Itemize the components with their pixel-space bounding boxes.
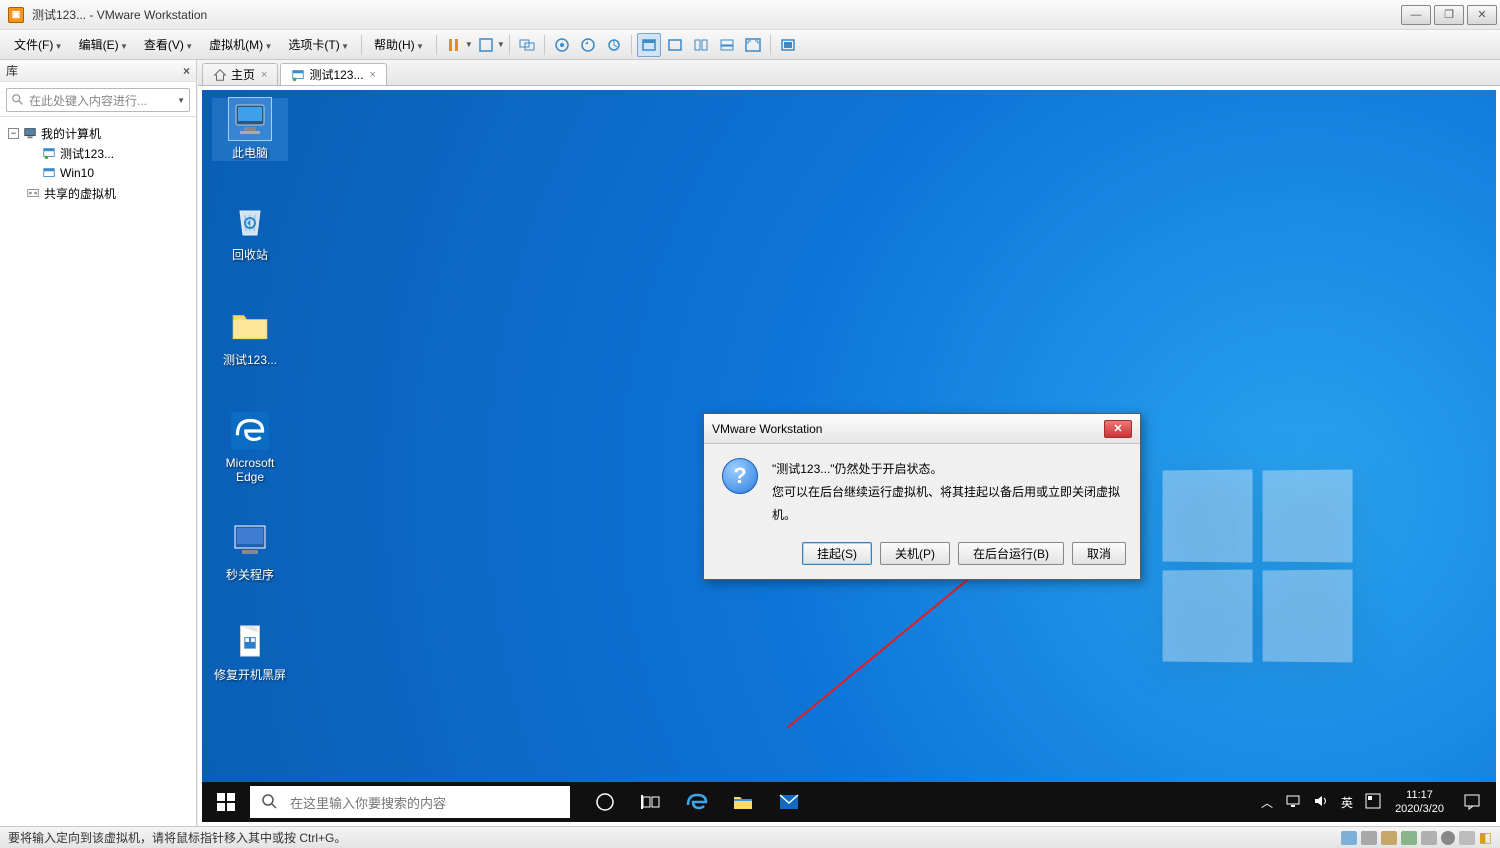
taskbar-search-input[interactable]: 在这里输入你要搜索的内容 (250, 786, 570, 818)
library-tree: − 我的计算机 测试123... Win10 共享的虚拟机 (0, 116, 196, 209)
desktop-icon-recycle-bin[interactable]: 回收站 (212, 200, 288, 263)
dialog-suspend-button[interactable]: 挂起(S) (802, 542, 872, 565)
status-network-icon[interactable] (1401, 831, 1417, 845)
taskbar-explorer-button[interactable] (720, 782, 766, 822)
dialog-poweroff-button[interactable]: 关机(P) (880, 542, 950, 565)
vmware-close-dialog: VMware Workstation ✕ ? "测试123..."仍然处于开启状… (703, 413, 1141, 580)
status-printer-icon[interactable] (1459, 831, 1475, 845)
desktop-icon-folder[interactable]: 测试123... (212, 305, 288, 368)
revert-snapshot-button[interactable] (576, 33, 600, 57)
tree-shared-vms[interactable]: 共享的虚拟机 (4, 183, 192, 203)
search-icon (262, 794, 278, 810)
menu-vm[interactable]: 虚拟机(M) ▼ (201, 32, 280, 57)
taskbar-edge-button[interactable] (674, 782, 720, 822)
view-single-button[interactable] (637, 33, 661, 57)
vm-icon (42, 146, 56, 160)
status-floppy-icon[interactable] (1381, 831, 1397, 845)
status-usb-icon[interactable] (1421, 831, 1437, 845)
library-panel: 库 × 在此处键入内容进行... ▼ − 我的计算机 测试123... Win1… (0, 60, 197, 826)
snapshot-manager-button[interactable] (602, 33, 626, 57)
status-message-icon[interactable]: ◧ (1479, 829, 1492, 846)
snapshot-button[interactable] (550, 33, 574, 57)
pause-button[interactable] (442, 33, 466, 57)
vm-running-icon (291, 68, 305, 82)
desktop-icon-this-pc[interactable]: 此电脑 (212, 98, 288, 161)
collapse-icon[interactable]: − (8, 128, 19, 139)
window-titlebar: ▣ 测试123... - VMware Workstation — ❐ ✕ (0, 0, 1500, 30)
menu-tabs[interactable]: 选项卡(T) ▼ (280, 32, 357, 57)
app-icon: ▣ (8, 7, 24, 23)
tree-vm-win10[interactable]: Win10 (4, 163, 192, 183)
dialog-title: VMware Workstation (712, 422, 822, 436)
start-button[interactable] (202, 782, 250, 822)
menubar: 文件(F) ▼ 编辑(E) ▼ 查看(V) ▼ 虚拟机(M) ▼ 选项卡(T) … (0, 30, 1500, 60)
tree-root-my-computer[interactable]: − 我的计算机 (4, 123, 192, 143)
search-icon (11, 93, 25, 107)
desktop-icon-edge[interactable]: Microsoft Edge (212, 410, 288, 484)
tab-bar: 主页 × 测试123... × (198, 60, 1500, 86)
shared-icon (26, 186, 40, 200)
system-tray: ︿ 英 11:17 2020/3/20 (1255, 782, 1496, 822)
dialog-message: "测试123..."仍然处于开启状态。 您可以在后台继续运行虚拟机、将其挂起以备… (772, 458, 1122, 526)
tray-ime-indicator[interactable]: 英 (1335, 794, 1359, 811)
status-disk-icon[interactable] (1341, 831, 1357, 845)
tree-vm-test123[interactable]: 测试123... (4, 143, 192, 163)
power-button[interactable] (474, 33, 498, 57)
view-thumbnail-button[interactable] (689, 33, 713, 57)
windows-logo-wallpaper (1161, 470, 1361, 670)
menu-edit[interactable]: 编辑(E) ▼ (71, 32, 136, 57)
library-title: 库 (6, 62, 18, 79)
tray-clock[interactable]: 11:17 2020/3/20 (1387, 788, 1452, 817)
tray-ime-icon[interactable] (1359, 793, 1387, 812)
tray-chevron-up-icon[interactable]: ︿ (1255, 794, 1279, 811)
status-cd-icon[interactable] (1361, 831, 1377, 845)
tab-home[interactable]: 主页 × (202, 63, 278, 85)
status-device-icons: ◧ (1341, 829, 1492, 846)
maximize-button[interactable]: ❐ (1434, 5, 1464, 25)
view-unity-button[interactable] (715, 33, 739, 57)
library-header: 库 × (0, 60, 196, 82)
question-icon: ? (722, 458, 758, 494)
desktop-icon-tool2[interactable]: 修复开机黑屏 (212, 620, 288, 683)
windows-taskbar: 在这里输入你要搜索的内容 ︿ 英 (202, 782, 1496, 822)
dialog-cancel-button[interactable]: 取消 (1072, 542, 1126, 565)
dialog-titlebar: VMware Workstation ✕ (704, 414, 1140, 444)
dialog-background-button[interactable]: 在后台运行(B) (958, 542, 1064, 565)
vm-icon (42, 166, 56, 180)
desktop-icon-tool1[interactable]: 秒关程序 (212, 520, 288, 583)
taskbar-taskview-button[interactable] (628, 782, 674, 822)
taskbar-cortana-button[interactable] (582, 782, 628, 822)
tab-close-icon[interactable]: × (261, 69, 267, 81)
menu-help[interactable]: 帮助(H) ▼ (366, 32, 432, 57)
tab-close-icon[interactable]: × (369, 69, 375, 81)
library-search-input[interactable]: 在此处键入内容进行... ▼ (6, 88, 190, 112)
tray-notifications-button[interactable] (1452, 782, 1492, 822)
view-console-button[interactable] (663, 33, 687, 57)
content-area: 主页 × 测试123... × 此电脑 (197, 60, 1500, 826)
close-button[interactable]: ✕ (1467, 5, 1497, 25)
library-close-button[interactable]: × (183, 64, 190, 78)
tab-vm-test123[interactable]: 测试123... × (280, 63, 386, 85)
minimize-button[interactable]: — (1401, 5, 1431, 25)
statusbar: 要将输入定向到该虚拟机，请将鼠标指针移入其中或按 Ctrl+G。 ◧ (0, 826, 1500, 848)
windows-icon (217, 793, 235, 811)
search-placeholder: 在此处键入内容进行... (29, 92, 147, 109)
tray-network-icon[interactable] (1279, 794, 1307, 811)
home-icon (213, 68, 227, 82)
window-title: 测试123... - VMware Workstation (32, 6, 207, 23)
send-ctrl-alt-del-button[interactable] (515, 33, 539, 57)
taskbar-mail-button[interactable] (766, 782, 812, 822)
dialog-close-button[interactable]: ✕ (1104, 420, 1132, 438)
menu-view[interactable]: 查看(V) ▼ (136, 32, 201, 57)
tray-volume-icon[interactable] (1307, 794, 1335, 811)
exit-fullscreen-button[interactable] (776, 33, 800, 57)
status-sound-icon[interactable] (1441, 831, 1455, 845)
menu-file[interactable]: 文件(F) ▼ (6, 32, 71, 57)
status-text: 要将输入定向到该虚拟机，请将鼠标指针移入其中或按 Ctrl+G。 (8, 829, 346, 846)
computer-icon (23, 126, 37, 140)
fullscreen-button[interactable] (741, 33, 765, 57)
